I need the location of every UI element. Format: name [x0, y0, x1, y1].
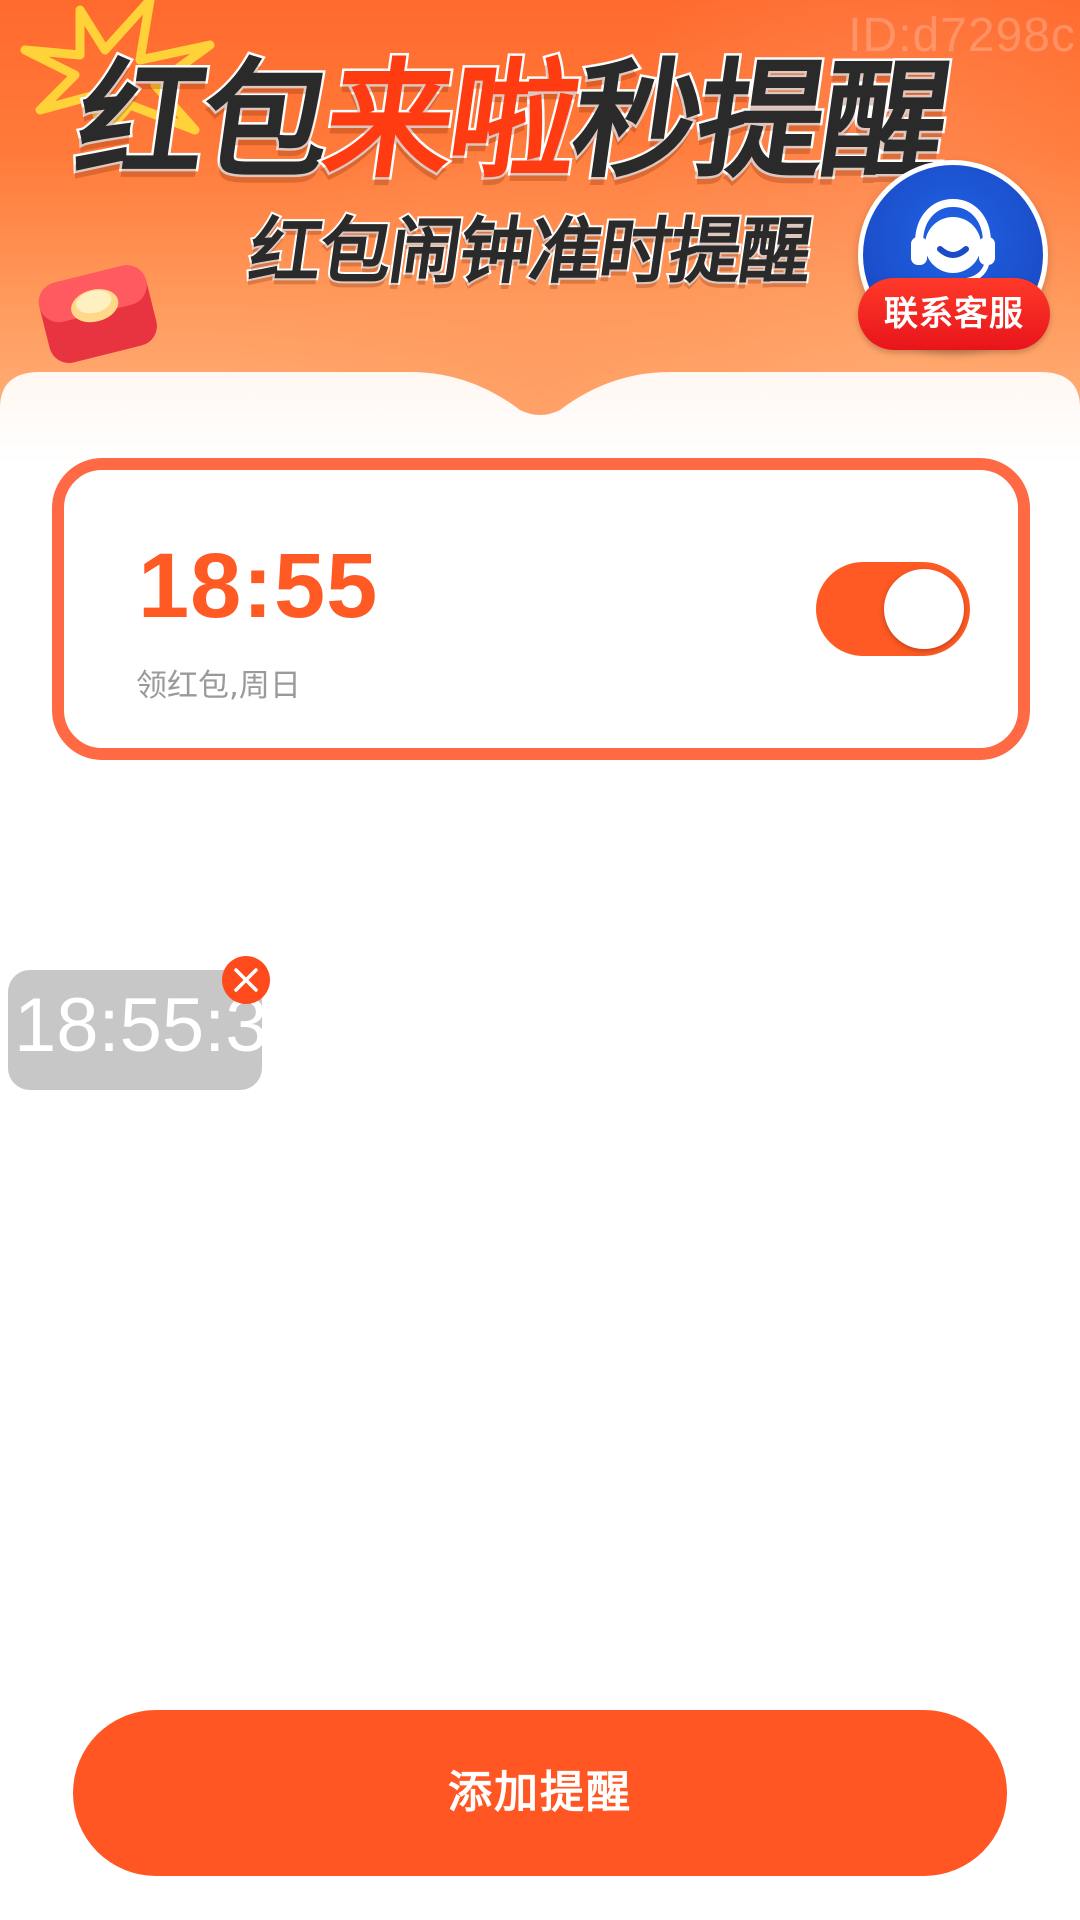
alarm-time: 18:55	[138, 535, 379, 637]
banner-title-part1: 红包	[65, 45, 339, 199]
banner-title: 红包来啦秒提醒	[65, 45, 959, 199]
banner-title-part3: 秒提醒	[561, 45, 959, 199]
alarm-enabled-toggle[interactable]	[816, 562, 970, 656]
toggle-knob	[884, 569, 964, 649]
close-icon	[234, 968, 258, 992]
banner-title-part2: 来啦	[313, 45, 587, 199]
red-envelope-gift-icon	[38, 265, 157, 363]
banner-subtitle: 红包闹钟准时提醒	[242, 207, 818, 295]
customer-service-label[interactable]: 联系客服	[858, 278, 1050, 350]
reminder-page: ID:d7298c 红包来啦秒提醒 红包闹钟准时提醒 联系客服 18:55 领红…	[0, 0, 1080, 1920]
floating-clock-close-button[interactable]	[222, 956, 270, 1004]
floating-clock-time: 18:55:3	[14, 983, 262, 1068]
alarm-card[interactable]: 18:55 领红包,周日	[52, 458, 1030, 760]
alarm-description: 领红包,周日	[136, 668, 301, 704]
headset-agent-icon	[911, 198, 995, 284]
add-reminder-button[interactable]: 添加提醒	[73, 1710, 1007, 1876]
